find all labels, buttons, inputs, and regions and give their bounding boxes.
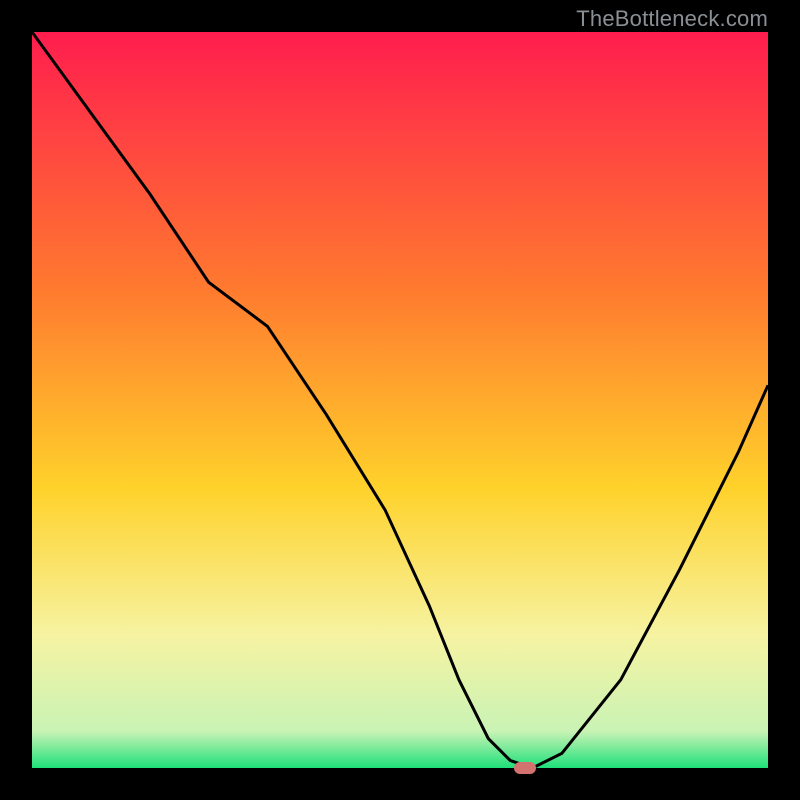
optimal-marker bbox=[514, 762, 536, 774]
plot-area bbox=[32, 32, 768, 768]
watermark-text: TheBottleneck.com bbox=[576, 6, 768, 32]
chart-frame: TheBottleneck.com bbox=[0, 0, 800, 800]
bottleneck-curve bbox=[32, 32, 768, 768]
